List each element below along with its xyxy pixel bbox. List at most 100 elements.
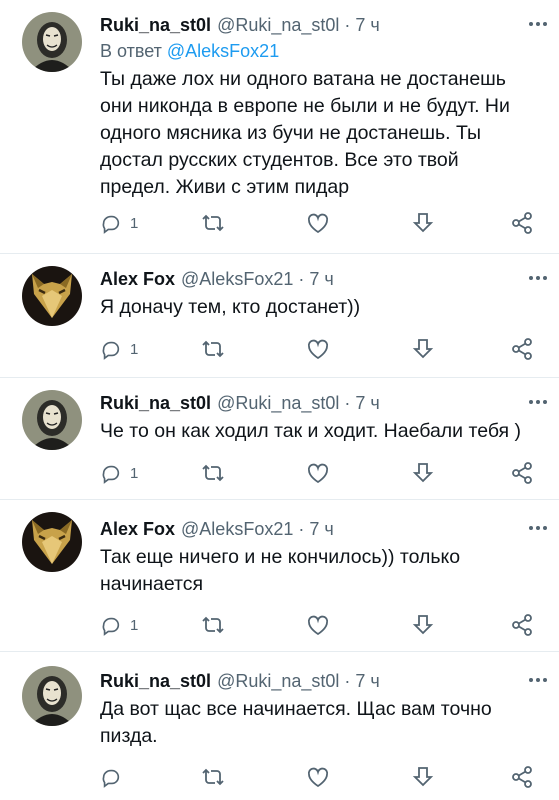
reply-icon xyxy=(100,338,122,360)
separator-dot: · xyxy=(344,670,351,691)
share-button[interactable] xyxy=(510,762,534,792)
separator-dot: · xyxy=(298,518,305,539)
user-handle[interactable]: @Ruki_na_st0l xyxy=(217,671,339,692)
display-name[interactable]: Ruki_na_st0l xyxy=(100,671,211,692)
reply-mention-link[interactable]: @AleksFox21 xyxy=(167,41,279,61)
tweet[interactable]: Ruki_na_st0l @Ruki_na_st0l · 7 ч В ответ… xyxy=(0,0,559,254)
share-button[interactable] xyxy=(510,334,534,364)
bookmark-icon xyxy=(412,765,434,789)
tweet-text-line: они никонда в европе не были и не будут.… xyxy=(100,95,510,117)
separator-dot: · xyxy=(344,392,351,413)
reply-button[interactable]: 1 xyxy=(100,334,138,364)
user-handle[interactable]: @Ruki_na_st0l xyxy=(217,393,339,414)
like-button[interactable] xyxy=(306,610,330,640)
retweet-icon xyxy=(200,462,226,484)
tweet-text-line: предел. Живи с этим пидар xyxy=(100,176,350,198)
bookmark-icon xyxy=(412,613,434,637)
timestamp[interactable]: 7 ч xyxy=(355,671,379,692)
timestamp[interactable]: 7 ч xyxy=(309,519,333,540)
tweet-text-line: Ты даже лох ни одного ватана не достанеш… xyxy=(100,68,506,90)
display-name[interactable]: Alex Fox xyxy=(100,519,175,540)
tweet-actions xyxy=(100,762,550,792)
bookmark-button[interactable] xyxy=(412,458,434,488)
retweet-icon xyxy=(200,212,226,234)
retweet-button[interactable] xyxy=(200,610,226,640)
tweet-text: Так еще ничего и не кончилось)) только н… xyxy=(100,544,547,598)
timestamp[interactable]: 7 ч xyxy=(355,393,379,414)
tweet[interactable]: Alex Fox @AleksFox21 · 7 ч Я доначу тем,… xyxy=(0,254,559,378)
separator-dot: · xyxy=(344,14,351,35)
bookmark-button[interactable] xyxy=(412,208,434,238)
like-button[interactable] xyxy=(306,458,330,488)
more-icon[interactable] xyxy=(525,14,551,34)
tweet-header: Ruki_na_st0l @Ruki_na_st0l · 7 ч xyxy=(100,390,547,416)
tweet-header: Ruki_na_st0l @Ruki_na_st0l · 7 ч xyxy=(100,668,547,694)
retweet-button[interactable] xyxy=(200,208,226,238)
share-button[interactable] xyxy=(510,208,534,238)
share-icon xyxy=(510,461,534,485)
tweet-text: Че то он как ходил так и ходит. Наебали … xyxy=(100,418,547,445)
reply-button[interactable]: 1 xyxy=(100,610,138,640)
display-name[interactable]: Ruki_na_st0l xyxy=(100,15,211,36)
bookmark-button[interactable] xyxy=(412,334,434,364)
reply-button[interactable]: 1 xyxy=(100,208,138,238)
bookmark-icon xyxy=(412,211,434,235)
retweet-button[interactable] xyxy=(200,762,226,792)
like-icon xyxy=(306,766,330,788)
retweet-icon xyxy=(200,614,226,636)
share-icon xyxy=(510,337,534,361)
tweet-text: Да вот щас все начинается. Щас вам точно… xyxy=(100,696,547,750)
retweet-button[interactable] xyxy=(200,334,226,364)
separator-dot: · xyxy=(298,268,305,289)
tweet-header: Alex Fox @AleksFox21 · 7 ч xyxy=(100,516,547,542)
like-icon xyxy=(306,462,330,484)
like-button[interactable] xyxy=(306,208,330,238)
retweet-icon xyxy=(200,338,226,360)
tweet[interactable]: Ruki_na_st0l @Ruki_na_st0l · 7 ч Че то о… xyxy=(0,378,559,500)
bookmark-button[interactable] xyxy=(412,762,434,792)
share-icon xyxy=(510,613,534,637)
avatar[interactable] xyxy=(22,512,82,572)
avatar[interactable] xyxy=(22,666,82,726)
tweet[interactable]: Ruki_na_st0l @Ruki_na_st0l · 7 ч Да вот … xyxy=(0,652,559,800)
tweet-text-line: достал русских студентов. Все это твой xyxy=(100,149,459,171)
reply-thread: Ruki_na_st0l @Ruki_na_st0l · 7 ч В ответ… xyxy=(0,0,559,800)
like-button[interactable] xyxy=(306,762,330,792)
avatar[interactable] xyxy=(22,266,82,326)
tweet[interactable]: Alex Fox @AleksFox21 · 7 ч Так еще ничег… xyxy=(0,500,559,652)
retweet-button[interactable] xyxy=(200,458,226,488)
reply-icon xyxy=(100,614,122,636)
more-icon[interactable] xyxy=(525,518,551,538)
bookmark-button[interactable] xyxy=(412,610,434,640)
more-icon[interactable] xyxy=(525,392,551,412)
avatar[interactable] xyxy=(22,12,82,72)
user-handle[interactable]: @AleksFox21 xyxy=(181,519,293,540)
reply-count: 1 xyxy=(130,464,139,482)
tweet-header: Alex Fox @AleksFox21 · 7 ч xyxy=(100,266,547,292)
timestamp[interactable]: 7 ч xyxy=(309,269,333,290)
tweet-text: Я доначу тем, кто достанет)) xyxy=(100,294,547,321)
user-handle[interactable]: @AleksFox21 xyxy=(181,269,293,290)
reply-count: 1 xyxy=(130,340,139,358)
reply-icon xyxy=(100,462,122,484)
reply-icon xyxy=(100,212,122,234)
reply-button[interactable]: 1 xyxy=(100,458,138,488)
timestamp[interactable]: 7 ч xyxy=(355,15,379,36)
user-handle[interactable]: @Ruki_na_st0l xyxy=(217,15,339,36)
avatar[interactable] xyxy=(22,390,82,450)
share-button[interactable] xyxy=(510,458,534,488)
display-name[interactable]: Alex Fox xyxy=(100,269,175,290)
reply-button[interactable] xyxy=(100,762,130,792)
tweet-text-line: Да вот щас все начинается. Щас вам точно xyxy=(100,698,492,720)
display-name[interactable]: Ruki_na_st0l xyxy=(100,393,211,414)
tweet-text-line: одного мясника из бучи не достанешь. Ты xyxy=(100,122,482,144)
tweet-header: Ruki_na_st0l @Ruki_na_st0l · 7 ч xyxy=(100,12,547,38)
tweet-text: Ты даже лох ни одного ватана не достанеш… xyxy=(100,66,547,201)
tweet-actions: 1 xyxy=(100,610,550,640)
share-button[interactable] xyxy=(510,610,534,640)
tweet-actions: 1 xyxy=(100,334,550,364)
more-icon[interactable] xyxy=(525,670,551,690)
more-icon[interactable] xyxy=(525,268,551,288)
retweet-icon xyxy=(200,766,226,788)
like-button[interactable] xyxy=(306,334,330,364)
